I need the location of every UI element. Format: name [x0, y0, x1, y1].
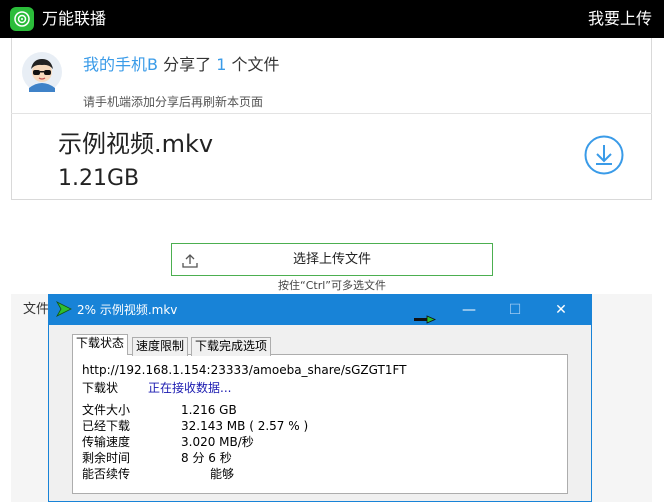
select-upload-label[interactable]: 选择上传文件: [171, 251, 493, 268]
tab-download-status[interactable]: 下载状态: [72, 334, 129, 355]
resume-value: 能够: [210, 467, 235, 481]
speed-value: 3.020 MB/秒: [181, 435, 254, 449]
app-title: 万能联播: [42, 9, 107, 28]
downloaded-value: 32.143 MB ( 2.57 % ): [181, 419, 309, 433]
divider: [11, 113, 652, 114]
close-button[interactable]: ✕: [538, 295, 584, 325]
resume-label: 能否续传: [82, 467, 131, 481]
shared-text: 分享了: [163, 55, 212, 74]
dialog-title: 2% 示例视频.mkv: [77, 303, 178, 317]
file-name: 示例视频.mkv: [58, 130, 214, 158]
files-label: 文件: [23, 302, 50, 317]
tab-completion-options[interactable]: 下载完成选项: [191, 337, 272, 356]
files-unit: 个文件: [231, 55, 280, 74]
cursor-icon: [414, 310, 436, 324]
upload-link[interactable]: 我要上传: [588, 9, 652, 29]
share-summary: 我的手机B 分享了 1 个文件: [83, 55, 279, 75]
download-arrow-icon: [55, 301, 72, 317]
minimize-button[interactable]: —: [446, 295, 492, 325]
avatar: [22, 52, 62, 92]
device-name[interactable]: 我的手机B: [83, 55, 158, 74]
download-icon[interactable]: [584, 135, 624, 175]
file-size-value: 1.216 GB: [181, 403, 237, 417]
status-label: 下载状: [82, 381, 119, 395]
downloaded-label: 已经下载: [82, 419, 131, 433]
tab-speed-limit[interactable]: 速度限制: [132, 337, 189, 356]
download-url: http://192.168.1.154:23333/amoeba_share/…: [82, 363, 407, 377]
file-size: 1.21GB: [58, 166, 140, 191]
speed-label: 传输速度: [82, 435, 131, 449]
refresh-hint: 请手机端添加分享后再刷新本页面: [83, 95, 264, 109]
maximize-button[interactable]: ☐: [492, 295, 538, 325]
status-value: 正在接收数据...: [148, 381, 232, 395]
remaining-time-value: 8 分 6 秒: [181, 451, 232, 465]
file-size-label: 文件大小: [82, 403, 131, 417]
remaining-time-label: 剩余时间: [82, 451, 131, 465]
app-logo-icon: [10, 7, 34, 31]
file-count: 1: [216, 55, 227, 74]
multi-select-hint: 按住“Ctrl”可多选文件: [278, 279, 386, 292]
